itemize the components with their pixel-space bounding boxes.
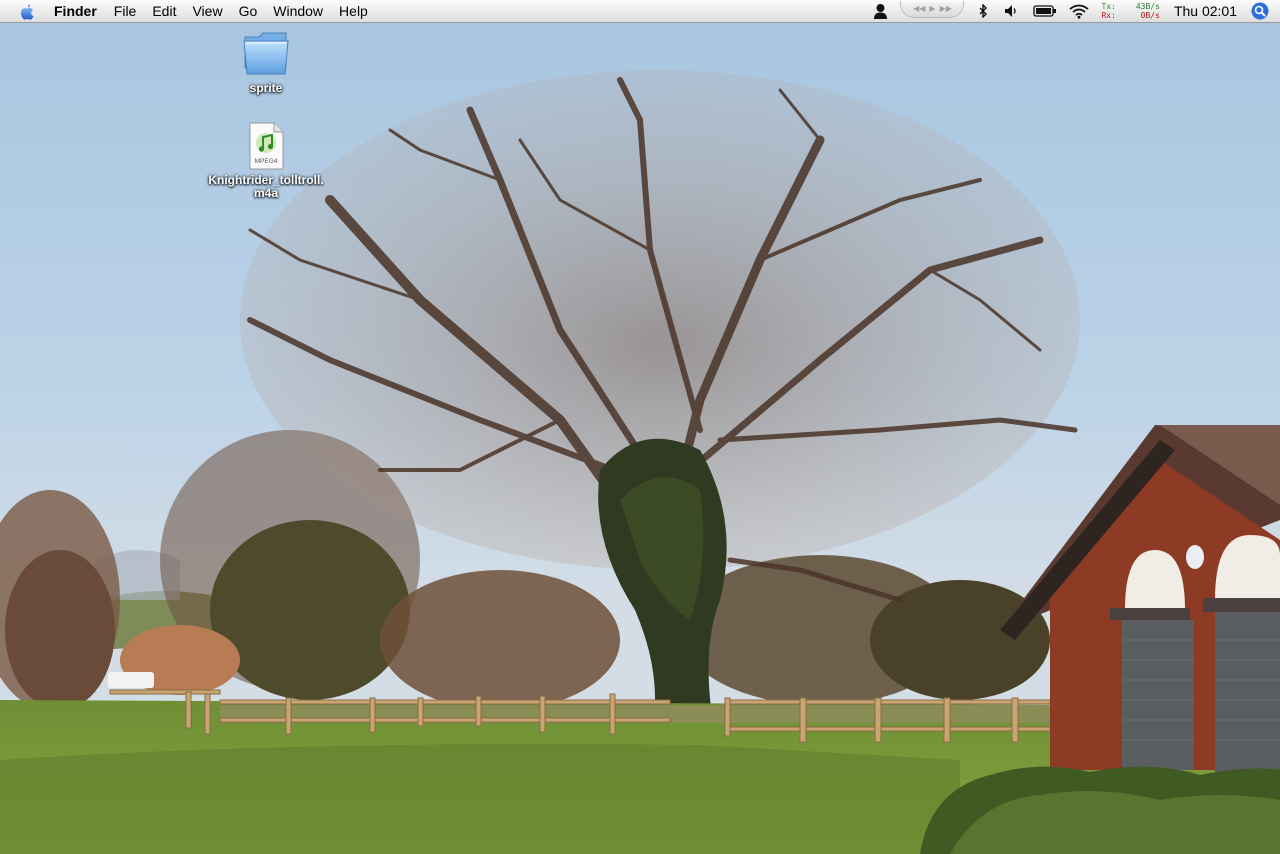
previous-track-icon[interactable]: ◀◀	[913, 4, 925, 13]
bluetooth-icon[interactable]	[974, 0, 992, 22]
menu-finder[interactable]: Finder	[54, 0, 106, 22]
desktop-icon-sprite[interactable]: sprite	[196, 28, 336, 95]
menu-clock[interactable]: Thu 02:01	[1166, 0, 1249, 22]
menu-edit[interactable]: Edit	[144, 0, 184, 22]
itunes-controller-icon[interactable]: ◀◀ ▶ ▶▶	[900, 0, 965, 22]
menu-file[interactable]: File	[106, 0, 145, 22]
desktop-icon-label: sprite	[249, 81, 283, 95]
wallpaper-image	[0, 0, 1280, 854]
menu-help[interactable]: Help	[331, 0, 376, 22]
next-track-icon[interactable]: ▶▶	[940, 4, 952, 13]
menu-window[interactable]: Window	[265, 0, 331, 22]
menu-view[interactable]: View	[184, 0, 230, 22]
folder-icon	[196, 28, 336, 82]
user-silhouette-icon[interactable]	[870, 0, 890, 22]
battery-icon[interactable]	[1032, 0, 1058, 22]
volume-icon[interactable]	[1002, 0, 1022, 22]
menu-bar: Finder File Edit View Go Window Help ◀◀ …	[0, 0, 1280, 23]
tx-value: 43B/s	[1135, 2, 1160, 11]
desktop-icon-m4a[interactable]: MPEG4 Knightrider_tolltroll. m4a	[196, 122, 336, 200]
tx-label: Tx:	[1101, 2, 1116, 11]
wifi-icon[interactable]	[1068, 0, 1090, 22]
desktop-icon-label: Knightrider_tolltroll. m4a	[208, 173, 324, 200]
desktop[interactable]: sprite MPEG4 Knightrider_tolltroll. m4a	[0, 0, 1280, 854]
menu-go[interactable]: Go	[231, 0, 266, 22]
spotlight-icon[interactable]	[1249, 0, 1271, 22]
rx-label: Rx:	[1101, 11, 1116, 20]
apple-icon[interactable]	[0, 0, 54, 22]
file-type-badge: MPEG4	[255, 158, 278, 165]
play-icon[interactable]: ▶	[929, 4, 935, 13]
rx-value: 0B/s	[1140, 11, 1160, 20]
mpeg4-audio-file-icon: MPEG4	[196, 122, 336, 174]
network-monitor[interactable]: Tx: Rx: 43B/s 0B/s	[1101, 2, 1159, 20]
